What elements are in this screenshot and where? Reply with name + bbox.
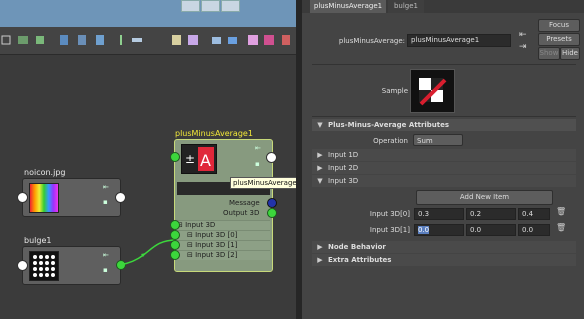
pma-output-port[interactable] <box>266 152 277 163</box>
input3d-2-port[interactable] <box>170 250 180 260</box>
expand-arrow-icon: ▶ <box>317 243 323 251</box>
tab-bulge[interactable]: bulge1 <box>388 0 424 13</box>
node-name-field[interactable]: plusMinusAverage1 <box>407 34 511 47</box>
pm-glyph: ± <box>185 152 195 166</box>
node-name-label: plusMinusAverage: <box>338 37 405 45</box>
input3d-1-y-field[interactable]: 0.0 <box>466 224 516 236</box>
plus-minus-icon: ± A <box>185 147 214 171</box>
presets-button[interactable]: Presets <box>538 33 580 46</box>
output3d-attr: Output 3D <box>223 209 260 217</box>
go-to-output-icon[interactable]: ⇥ <box>519 42 527 52</box>
go-to-input-icon[interactable]: ⇤ <box>519 30 527 40</box>
input3d-0-z-field[interactable]: 0.4 <box>518 208 550 220</box>
output3d-port[interactable] <box>267 208 277 218</box>
operation-dropdown[interactable]: Sum <box>413 134 463 146</box>
input3d-label: Input 3D <box>185 221 216 229</box>
collapse-arrow-icon: ▼ <box>317 121 323 129</box>
input3d-1-port[interactable] <box>170 240 180 250</box>
expand-arrow-icon: ▶ <box>317 256 323 264</box>
separator <box>312 64 576 65</box>
section-input1d-label: Input 1D <box>328 151 359 159</box>
section-pma-attributes[interactable]: ▼ Plus-Minus-Average Attributes <box>312 119 576 131</box>
input3d-row[interactable]: ⊟ Input 3D <box>177 220 270 230</box>
input3d-2-row[interactable]: ⊟ Input 3D [2] <box>177 250 270 260</box>
expand-arrow-icon: ▶ <box>317 151 323 159</box>
input3d-0-label: Input 3D[0] <box>369 210 410 218</box>
add-new-item-button[interactable]: Add New Item <box>416 190 553 205</box>
pma-node[interactable]: ± A ⇤ ▪ Message Output 3D ⊟ Input 3D ⊟ I… <box>174 139 273 272</box>
show-button[interactable]: Show <box>538 47 560 60</box>
pma-node-label: plusMinusAverage1 <box>175 129 253 138</box>
input3d-1-z-field[interactable]: 0.0 <box>518 224 550 236</box>
input3d-0-y-field[interactable]: 0.2 <box>466 208 516 220</box>
message-port[interactable] <box>267 198 277 208</box>
input3d-0-row[interactable]: ⊟ Input 3D [0] <box>177 230 270 240</box>
input3d-1-label: Input 3D [1] <box>195 241 238 249</box>
input3d-0-x-field[interactable]: 0.3 <box>414 208 464 220</box>
section-node-behavior-label: Node Behavior <box>328 243 386 251</box>
input3d-2-label: Input 3D [2] <box>195 251 238 259</box>
input3d-1-x-field[interactable]: 0.0 <box>414 224 464 236</box>
sample-icon <box>419 78 447 106</box>
section-input3d[interactable]: ▼ Input 3D <box>312 175 576 187</box>
input3d-port[interactable] <box>170 220 180 230</box>
hide-button[interactable]: Hide <box>560 47 580 60</box>
pma-icon: ± A <box>181 144 217 174</box>
section-input2d-label: Input 2D <box>328 164 359 172</box>
expand-arrow-icon: ▶ <box>317 164 323 172</box>
delete-icon[interactable]: 🗑 <box>556 207 566 216</box>
section-input1d[interactable]: ▶ Input 1D <box>312 149 576 161</box>
a-glyph: A <box>200 151 211 170</box>
input3d-0-label: Input 3D [0] <box>195 231 238 239</box>
section-input2d[interactable]: ▶ Input 2D <box>312 162 576 174</box>
pma-input-port[interactable] <box>170 152 180 162</box>
input3d-0-port[interactable] <box>170 230 180 240</box>
operation-label: Operation <box>373 137 408 145</box>
node-minimize-icon[interactable]: ⇤ <box>255 144 261 152</box>
section-input3d-label: Input 3D <box>328 177 359 185</box>
section-pma-attributes-label: Plus-Minus-Average Attributes <box>328 121 450 129</box>
sample-white-a <box>419 78 431 90</box>
input3d-1-label: Input 3D[1] <box>369 226 410 234</box>
wire-path <box>123 239 177 265</box>
focus-button[interactable]: Focus <box>538 19 580 32</box>
sample-label: Sample <box>381 87 408 95</box>
operation-value: Sum <box>417 137 433 145</box>
section-extra-attributes-label: Extra Attributes <box>328 256 392 264</box>
node-swatch-icon[interactable]: ▪ <box>255 160 260 168</box>
input3d-1-x-value: 0.0 <box>418 226 430 234</box>
node-editor-panel[interactable]: noicon.jpg ⇤ ▪ bulge1 ⇤ ▪ plusMinusAvera… <box>0 0 300 319</box>
collapse-arrow-icon: ▼ <box>317 177 323 185</box>
separator <box>312 116 576 117</box>
section-node-behavior[interactable]: ▶ Node Behavior <box>312 241 576 253</box>
node-tooltip: plusMinusAverage1 <box>230 177 300 189</box>
section-extra-attributes[interactable]: ▶ Extra Attributes <box>312 254 576 266</box>
message-attr: Message <box>229 199 260 207</box>
tab-plusminusaverage[interactable]: plusMinusAverage1 <box>310 0 386 13</box>
input3d-1-row[interactable]: ⊟ Input 3D [1] <box>177 240 270 250</box>
sample-swatch <box>410 69 455 113</box>
delete-icon[interactable]: 🗑 <box>556 223 566 232</box>
